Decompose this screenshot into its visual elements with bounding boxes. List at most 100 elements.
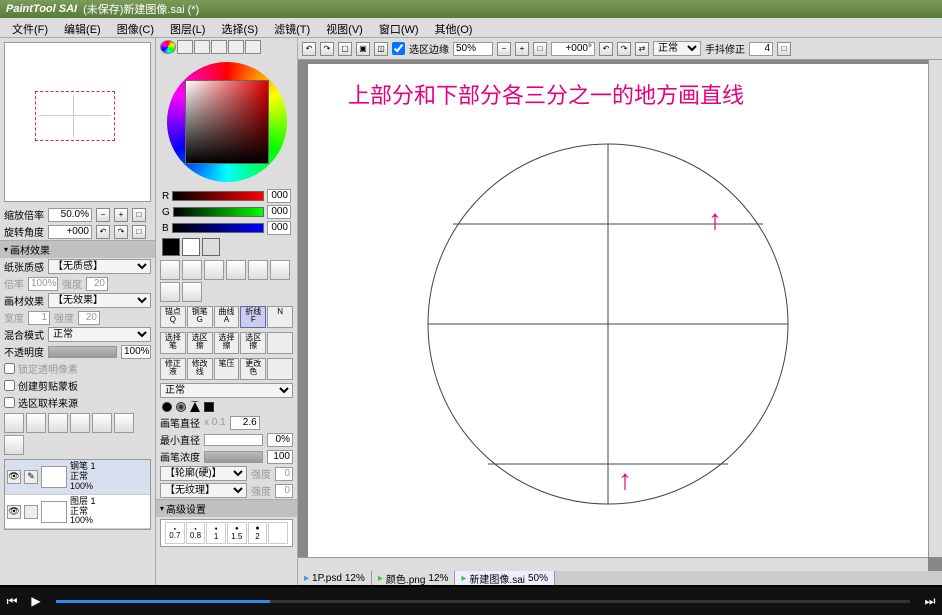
fg-swatch[interactable] [162, 238, 180, 256]
tool-empty[interactable] [267, 332, 293, 354]
sel-edge-checkbox[interactable] [392, 42, 405, 55]
eyedropper-tool[interactable] [182, 282, 202, 302]
sel-source-checkbox[interactable] [4, 397, 15, 408]
curve-tool[interactable]: 曲线A [214, 306, 240, 328]
sel-erase3-tool[interactable]: 选区擦 [240, 332, 266, 354]
g-slider[interactable] [173, 207, 264, 217]
undo-button[interactable]: ↶ [302, 42, 316, 56]
zoom-out-canvas[interactable]: − [497, 42, 511, 56]
next-button[interactable]: ⏭ [918, 589, 942, 613]
effect-select[interactable]: 【无效果】 [48, 293, 151, 308]
angle-field[interactable] [48, 225, 92, 239]
sel-pen-tool[interactable]: 选择笔 [160, 332, 186, 354]
menu-file[interactable]: 文件(F) [4, 18, 56, 37]
new-pen-layer-button[interactable] [26, 413, 46, 433]
horizontal-scrollbar[interactable] [298, 557, 928, 571]
material-header[interactable]: 画材效果 [0, 240, 155, 258]
hand-tool[interactable] [160, 282, 180, 302]
b-slider[interactable] [172, 223, 264, 233]
vertical-scrollbar[interactable] [928, 60, 942, 557]
density-slider[interactable] [204, 451, 263, 463]
invert-sel-button[interactable]: ▣ [356, 42, 370, 56]
min-size-slider[interactable] [204, 434, 263, 446]
advanced-header[interactable]: 高级设置 [156, 499, 297, 517]
hsv-mode-icon[interactable] [194, 40, 210, 54]
tab-1[interactable]: ▸颜色.png12% [372, 571, 456, 585]
toolbar-mode[interactable]: 正常 [653, 41, 701, 56]
video-progress[interactable] [56, 600, 910, 603]
visibility-icon[interactable]: 👁 [7, 470, 21, 484]
menu-filter[interactable]: 滤镜(T) [266, 18, 318, 37]
preset-0[interactable]: ●0.7 [165, 522, 185, 544]
mixer-mode-icon[interactable] [211, 40, 227, 54]
zoom-out-button[interactable]: − [96, 208, 110, 222]
sel-erase2-tool[interactable]: 选择擦 [214, 332, 240, 354]
r-slider[interactable] [172, 191, 264, 201]
stab-toggle[interactable]: □ [777, 42, 791, 56]
preset-1[interactable]: ●0.8 [186, 522, 206, 544]
zoom-in-canvas[interactable]: + [515, 42, 529, 56]
color-wheel[interactable] [167, 62, 287, 182]
delete-layer-button[interactable] [4, 435, 24, 455]
rot-right-canvas[interactable]: ↷ [617, 42, 631, 56]
wand-tool[interactable] [204, 260, 224, 280]
menu-other[interactable]: 其他(O) [427, 18, 481, 37]
menu-edit[interactable]: 编辑(E) [56, 18, 109, 37]
tab-2[interactable]: ▸新建图像.sai50% [455, 571, 555, 585]
clip-mask-checkbox[interactable] [4, 380, 15, 391]
brush-mode-select[interactable]: 正常 [160, 383, 293, 398]
lasso-tool[interactable] [182, 260, 202, 280]
canvas[interactable]: 上部分和下部分各三分之一的地方画直线 ↑ ↑ [308, 64, 928, 557]
scratchpad-mode-icon[interactable] [245, 40, 261, 54]
pen-tool[interactable]: 钢笔G [187, 306, 213, 328]
stabilizer-value[interactable] [749, 42, 773, 56]
menu-select[interactable]: 选择(S) [213, 18, 266, 37]
menu-layer[interactable]: 图层(L) [162, 18, 213, 37]
pressure-tool[interactable]: 笔压 [214, 358, 240, 380]
clear-layer-button[interactable] [114, 413, 134, 433]
brush-size-value[interactable]: 2.6 [230, 416, 260, 430]
visibility-icon[interactable]: 👁 [7, 505, 21, 519]
rotate-tool[interactable] [270, 260, 290, 280]
preset-4[interactable]: ●2 [248, 522, 268, 544]
transfer-down-button[interactable] [70, 413, 90, 433]
zoom-tool[interactable] [248, 260, 268, 280]
preset-2[interactable]: ●1 [206, 522, 226, 544]
layer-item-1[interactable]: 👁 图层 1正常100% [5, 495, 150, 530]
brush-tex2-select[interactable]: 【无纹理】 [160, 483, 247, 498]
sel-erase-tool[interactable]: 选区擦 [187, 332, 213, 354]
redo-button[interactable]: ↷ [320, 42, 334, 56]
zoom-reset-button[interactable]: □ [132, 208, 146, 222]
rgb-slider-mode-icon[interactable] [177, 40, 193, 54]
new-layer-button[interactable] [4, 413, 24, 433]
tool-n[interactable]: N [267, 306, 293, 328]
edit-line-tool[interactable]: 修改线 [187, 358, 213, 380]
brush-shape-round[interactable] [162, 402, 172, 412]
new-folder-button[interactable] [48, 413, 68, 433]
zoom-fit-canvas[interactable]: □ [533, 42, 547, 56]
rotate-right-button[interactable]: ↷ [114, 225, 128, 239]
tool-empty2[interactable] [267, 358, 293, 380]
brush-tex1-select[interactable]: 【轮廓(硬)】 [160, 466, 247, 481]
play-button[interactable]: ▶ [24, 589, 48, 613]
flip-h-button[interactable]: ⇄ [635, 42, 649, 56]
bg-swatch[interactable] [182, 238, 200, 256]
rot-left-canvas[interactable]: ↶ [599, 42, 613, 56]
texture-select[interactable]: 【无质感】 [48, 259, 151, 274]
sel-edge-value[interactable] [453, 42, 493, 56]
rotate-reset-button[interactable]: □ [132, 225, 146, 239]
polyline-tool[interactable]: 折线F [240, 306, 266, 328]
zoom-field[interactable] [48, 208, 92, 222]
brush-shape-tri[interactable] [190, 401, 200, 412]
layer-item-0[interactable]: 👁 ✎ 钢笔 1正常100% [5, 460, 150, 495]
navigator[interactable] [4, 42, 151, 202]
rotate-left-button[interactable]: ↶ [96, 225, 110, 239]
color-square[interactable] [185, 80, 269, 164]
prev-button[interactable]: ⏮ [0, 589, 24, 613]
menu-window[interactable]: 窗口(W) [371, 18, 427, 37]
whiteout-tool[interactable]: 修正液 [160, 358, 186, 380]
blend-select[interactable]: 正常 [48, 327, 151, 342]
transparent-swatch[interactable] [202, 238, 220, 256]
preset-3[interactable]: ●1.5 [227, 522, 247, 544]
menu-image[interactable]: 图像(C) [109, 18, 162, 37]
